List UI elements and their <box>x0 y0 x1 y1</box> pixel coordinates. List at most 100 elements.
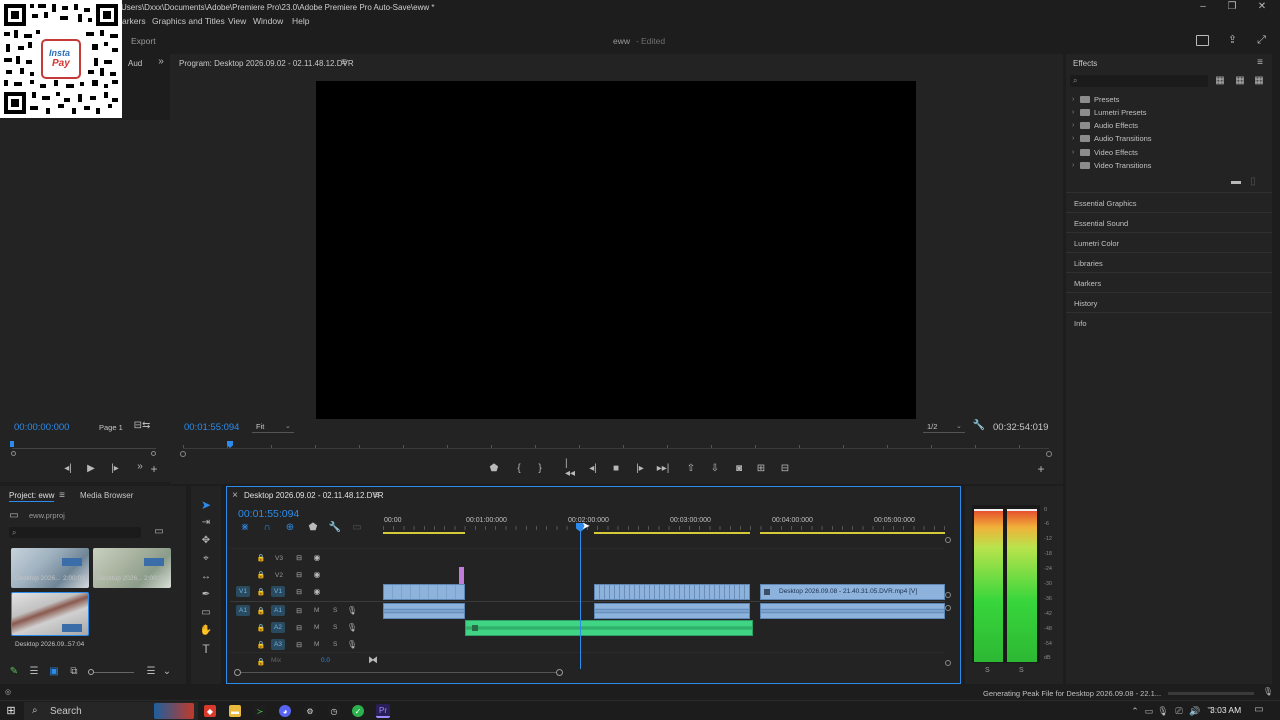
scrollbar-handle-right[interactable] <box>556 669 563 676</box>
clock-app-icon[interactable]: ◷ <box>328 705 340 717</box>
file-explorer-icon[interactable]: ▬ <box>229 705 241 717</box>
lock-icon[interactable]: 🔒 <box>257 588 266 596</box>
menu-markers[interactable]: arkers <box>122 16 146 26</box>
menu-window[interactable]: Window <box>253 16 283 26</box>
lock-icon[interactable]: 🔒 <box>257 571 266 579</box>
terminal-icon[interactable]: ≻ <box>254 705 266 717</box>
new-bin-icon[interactable]: ▭ <box>153 527 165 537</box>
menu-view[interactable]: View <box>228 16 246 26</box>
stop-icon[interactable]: ■ <box>611 464 621 474</box>
go-to-in-icon[interactable]: |◂◂ <box>565 459 577 479</box>
eye-icon[interactable]: ◉ <box>312 554 322 562</box>
meter-solo-right[interactable]: S <box>1019 667 1024 674</box>
pencil-icon[interactable]: ✎ <box>9 667 19 677</box>
zoom-slider-handle[interactable] <box>88 669 94 675</box>
fx-folder-audio-transitions[interactable]: › Audio Transitions <box>1072 132 1152 144</box>
effects-search-input[interactable]: ⌕ <box>1070 75 1208 87</box>
tray-microphone-icon[interactable]: 🎙 <box>1157 705 1168 717</box>
32bit-effects-icon[interactable]: ▦ <box>1234 76 1246 86</box>
linked-selection-icon[interactable]: ∩ <box>262 522 272 532</box>
mix-pan-icon[interactable]: ⧓ <box>368 655 378 665</box>
effects-menu-icon[interactable]: ≡ <box>1256 58 1264 68</box>
solo-button[interactable]: S <box>333 641 337 648</box>
tray-volume-icon[interactable]: 🔊 <box>1189 705 1201 717</box>
track-end-handle[interactable] <box>945 605 951 611</box>
source-audio-tab[interactable]: Aud <box>128 59 142 68</box>
workspace-icon[interactable] <box>1196 35 1209 46</box>
track-end-handle[interactable] <box>945 660 951 666</box>
eye-icon[interactable]: ◉ <box>312 588 322 596</box>
scrollbar-handle-left[interactable] <box>234 669 241 676</box>
export-tab[interactable]: Export <box>131 36 156 46</box>
graphic-clip-v2[interactable] <box>459 567 464 584</box>
ruler-end-handle[interactable] <box>945 537 951 543</box>
source-step-forward-icon[interactable]: |▸ <box>110 464 120 474</box>
razor-icon[interactable]: ⌖ <box>200 553 212 565</box>
menu-graphics-and-titles[interactable]: Graphics and Titles <box>152 16 225 26</box>
tray-chevron-icon[interactable]: ⌃ <box>1130 705 1140 717</box>
panel-essential-graphics[interactable]: Essential Graphics <box>1066 192 1272 212</box>
accelerated-effects-icon[interactable]: ▦ <box>1214 76 1226 86</box>
sync-lock-icon[interactable]: ⊟ <box>294 607 304 615</box>
new-bin-icon[interactable]: ▬ <box>1231 177 1241 187</box>
microphone-icon[interactable]: 🎙 <box>347 640 357 649</box>
panel-libraries[interactable]: Libraries <box>1066 252 1272 272</box>
tray-app-icon[interactable]: ▭ <box>1144 705 1154 717</box>
media-browser-tab[interactable]: Media Browser <box>80 491 133 500</box>
mute-button[interactable]: M <box>314 641 319 648</box>
extract-icon[interactable]: ⇩ <box>709 464 721 474</box>
track-target-a3[interactable]: A3 <box>271 639 285 650</box>
lock-icon[interactable]: 🔒 <box>257 641 266 649</box>
mark-out-icon[interactable]: } <box>535 464 545 474</box>
fx-folder-video-effects[interactable]: › Video Effects <box>1072 146 1138 158</box>
icon-view-icon[interactable]: ▣ <box>49 667 59 677</box>
program-scrub-bar[interactable] <box>183 448 1049 449</box>
audio-clip[interactable] <box>383 603 465 619</box>
program-out-handle[interactable] <box>1046 451 1052 457</box>
rectangle-tool-icon[interactable]: ▭ <box>200 607 212 619</box>
source-play-icon[interactable]: ▶ <box>86 464 96 474</box>
tray-network-icon[interactable]: ⎚ <box>1174 705 1184 717</box>
fx-folder-video-transitions[interactable]: › Video Transitions <box>1072 159 1151 171</box>
timeline-timecode[interactable]: 00:01:55:094 <box>238 508 299 520</box>
windows-start-icon[interactable]: ⊞ <box>5 705 17 717</box>
app-icon-green[interactable]: ✓ <box>352 705 364 717</box>
panel-overflow-icon[interactable]: » <box>156 57 166 67</box>
track-select-icon[interactable]: ⇥ <box>200 517 212 529</box>
close-sequence-icon[interactable]: × <box>231 491 239 501</box>
sync-lock-icon[interactable]: ⊟ <box>294 571 304 579</box>
microphone-icon[interactable]: 🎙 <box>347 606 357 615</box>
video-clip[interactable] <box>594 584 750 600</box>
effects-title[interactable]: Effects <box>1073 59 1097 68</box>
step-back-icon[interactable]: ◂| <box>588 464 598 474</box>
sync-lock-icon[interactable]: ⊟ <box>294 554 304 562</box>
audio-clip[interactable] <box>760 603 945 619</box>
sequence-tab[interactable]: Desktop 2026.09.02 - 02.11.48.12.DVR <box>244 491 384 500</box>
slip-tool-icon[interactable]: ↔ <box>200 571 212 583</box>
panel-essential-sound[interactable]: Essential Sound <box>1066 212 1272 232</box>
list-view-icon[interactable]: ☰ <box>29 667 39 677</box>
track-target-a2[interactable]: A2 <box>271 622 285 633</box>
settings-gear-icon[interactable]: ⚙ <box>304 705 316 717</box>
timeline-playhead-line[interactable] <box>580 524 581 669</box>
mute-button[interactable]: M <box>314 607 319 614</box>
panel-lumetri-color[interactable]: Lumetri Color <box>1066 232 1272 252</box>
meter-solo-left[interactable]: S <box>985 667 990 674</box>
sync-lock-icon[interactable]: ⊟ <box>294 588 304 596</box>
panel-info[interactable]: Info <box>1066 312 1272 332</box>
mute-button[interactable]: M <box>314 624 319 631</box>
wrench-icon[interactable]: 🔧 <box>973 421 985 431</box>
yuv-effects-icon[interactable]: ▦ <box>1253 76 1265 86</box>
delete-icon[interactable]: ▯ <box>1248 177 1258 187</box>
solo-button[interactable]: S <box>333 624 337 631</box>
timeline-scrollbar[interactable] <box>237 672 560 673</box>
source-playhead[interactable] <box>10 441 14 447</box>
selection-tool-icon[interactable]: ➤ <box>200 499 212 511</box>
sync-lock-icon[interactable]: ⊟ <box>294 624 304 632</box>
program-in-handle[interactable] <box>180 451 186 457</box>
export-frame-icon[interactable]: ◙ <box>733 464 745 474</box>
project-search-input[interactable]: ⌕ <box>9 527 141 538</box>
fx-folder-presets[interactable]: › Presets <box>1072 93 1119 105</box>
mark-in-icon[interactable]: { <box>514 464 524 474</box>
eye-icon[interactable]: ◉ <box>312 571 322 579</box>
